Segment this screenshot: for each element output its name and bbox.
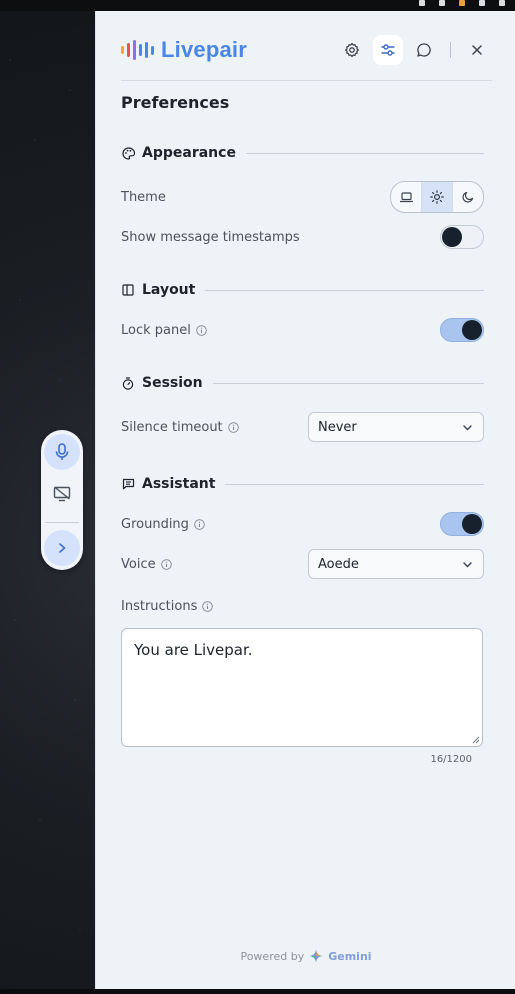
theme-label: Theme <box>121 189 166 205</box>
tray-indicator-icon <box>419 0 425 6</box>
chat-icon <box>417 43 431 57</box>
section-session: Session <box>121 373 484 393</box>
stopwatch-icon <box>121 376 135 390</box>
chevron-down-icon <box>463 561 472 567</box>
resize-handle-icon[interactable] <box>472 736 480 744</box>
grounding-row: Grounding <box>121 508 484 540</box>
tray-indicator-icon <box>499 0 505 6</box>
tray-indicator-icon <box>439 0 445 6</box>
instructions-label-text: Instructions <box>121 599 198 614</box>
timestamps-label: Show message timestamps <box>121 229 300 245</box>
page-title: Preferences <box>121 93 230 112</box>
instructions-textarea[interactable]: You are Livepar. <box>121 628 483 747</box>
brand: Livepair <box>121 33 247 67</box>
screen-share-off-icon <box>53 486 71 502</box>
theme-light-option[interactable] <box>422 182 453 212</box>
lock-panel-toggle[interactable] <box>440 318 484 342</box>
sliders-icon <box>381 44 395 56</box>
close-icon <box>472 45 482 55</box>
dock-divider <box>45 522 79 523</box>
system-bottom-bar <box>0 989 515 994</box>
livepair-logo-icon <box>121 40 154 60</box>
timestamps-row: Show message timestamps <box>121 221 484 253</box>
section-title: Appearance <box>142 145 236 161</box>
system-top-bar <box>0 0 515 11</box>
info-icon[interactable] <box>202 601 214 612</box>
lock-panel-label: Lock panel <box>121 323 207 338</box>
tray-indicator-icon <box>479 0 485 6</box>
screen-share-button[interactable] <box>44 476 80 512</box>
grounding-label: Grounding <box>121 517 205 532</box>
theme-system-option[interactable] <box>391 182 422 212</box>
toggle-knob <box>462 320 482 340</box>
control-dock <box>41 430 83 570</box>
section-layout: Layout <box>121 280 484 300</box>
lock-panel-row: Lock panel <box>121 314 484 346</box>
laptop-icon <box>399 191 413 202</box>
section-title: Assistant <box>142 476 216 492</box>
timestamps-toggle[interactable] <box>440 225 484 249</box>
section-divider <box>212 382 484 384</box>
voice-select[interactable]: Aoede <box>308 549 484 579</box>
section-divider <box>225 483 484 485</box>
info-icon[interactable] <box>196 324 207 336</box>
close-button[interactable] <box>462 35 492 65</box>
theme-dark-option[interactable] <box>453 182 483 212</box>
sun-icon <box>430 190 444 204</box>
theme-row: Theme <box>121 181 484 213</box>
palette-icon <box>121 146 135 160</box>
section-title: Session <box>142 375 203 391</box>
voice-label-text: Voice <box>121 556 156 572</box>
select-value: Never <box>318 419 357 435</box>
silence-timeout-row: Silence timeout Never <box>121 411 484 443</box>
instructions-char-counter: 16/1200 <box>430 754 472 765</box>
silence-timeout-label: Silence timeout <box>121 420 239 435</box>
system-tray <box>419 0 505 8</box>
toggle-knob <box>442 227 462 247</box>
panel-icon <box>121 283 135 297</box>
voice-label: Voice <box>121 557 172 572</box>
chat-button[interactable] <box>409 35 439 65</box>
section-appearance: Appearance <box>121 143 484 163</box>
expand-panel-button[interactable] <box>44 530 80 566</box>
powered-by-text: Powered by <box>240 949 305 963</box>
moon-icon <box>462 191 474 203</box>
gemini-sparkle-icon <box>309 949 323 963</box>
chevron-down-icon <box>463 424 472 430</box>
app-name: Livepair <box>161 37 247 62</box>
grounding-label-text: Grounding <box>121 516 189 532</box>
tray-warning-icon <box>459 0 465 6</box>
select-value: Aoede <box>318 556 359 572</box>
silence-timeout-select[interactable]: Never <box>308 412 484 442</box>
chevron-right-icon <box>59 543 66 553</box>
instructions-label: Instructions <box>121 599 214 614</box>
panel-header: Livepair <box>121 33 492 67</box>
gear-icon <box>345 42 359 58</box>
microphone-icon <box>55 443 69 460</box>
voice-row: Voice Aoede <box>121 548 484 580</box>
header-actions <box>337 35 492 65</box>
info-icon[interactable] <box>160 558 172 570</box>
section-title: Layout <box>142 282 196 298</box>
message-square-icon <box>121 477 135 491</box>
theme-selector <box>390 181 484 213</box>
info-icon[interactable] <box>194 518 205 530</box>
header-divider <box>450 42 451 58</box>
settings-button[interactable] <box>337 35 367 65</box>
footer: Powered by Gemini <box>96 949 515 963</box>
header-divider-line <box>121 80 492 81</box>
toggle-knob <box>462 514 482 534</box>
section-divider <box>245 152 484 154</box>
preferences-tab-button[interactable] <box>373 35 403 65</box>
silence-timeout-label-text: Silence timeout <box>121 419 223 435</box>
lock-panel-label-text: Lock panel <box>121 322 191 338</box>
section-divider <box>205 289 484 291</box>
grounding-toggle[interactable] <box>440 512 484 536</box>
instructions-text: You are Livepar. <box>134 641 253 659</box>
preferences-panel: Livepair Preferences Appearance Theme Sh… <box>95 11 515 989</box>
microphone-button[interactable] <box>44 434 80 470</box>
gemini-link[interactable]: Gemini <box>328 950 371 963</box>
info-icon[interactable] <box>227 421 239 433</box>
section-assistant: Assistant <box>121 474 484 494</box>
